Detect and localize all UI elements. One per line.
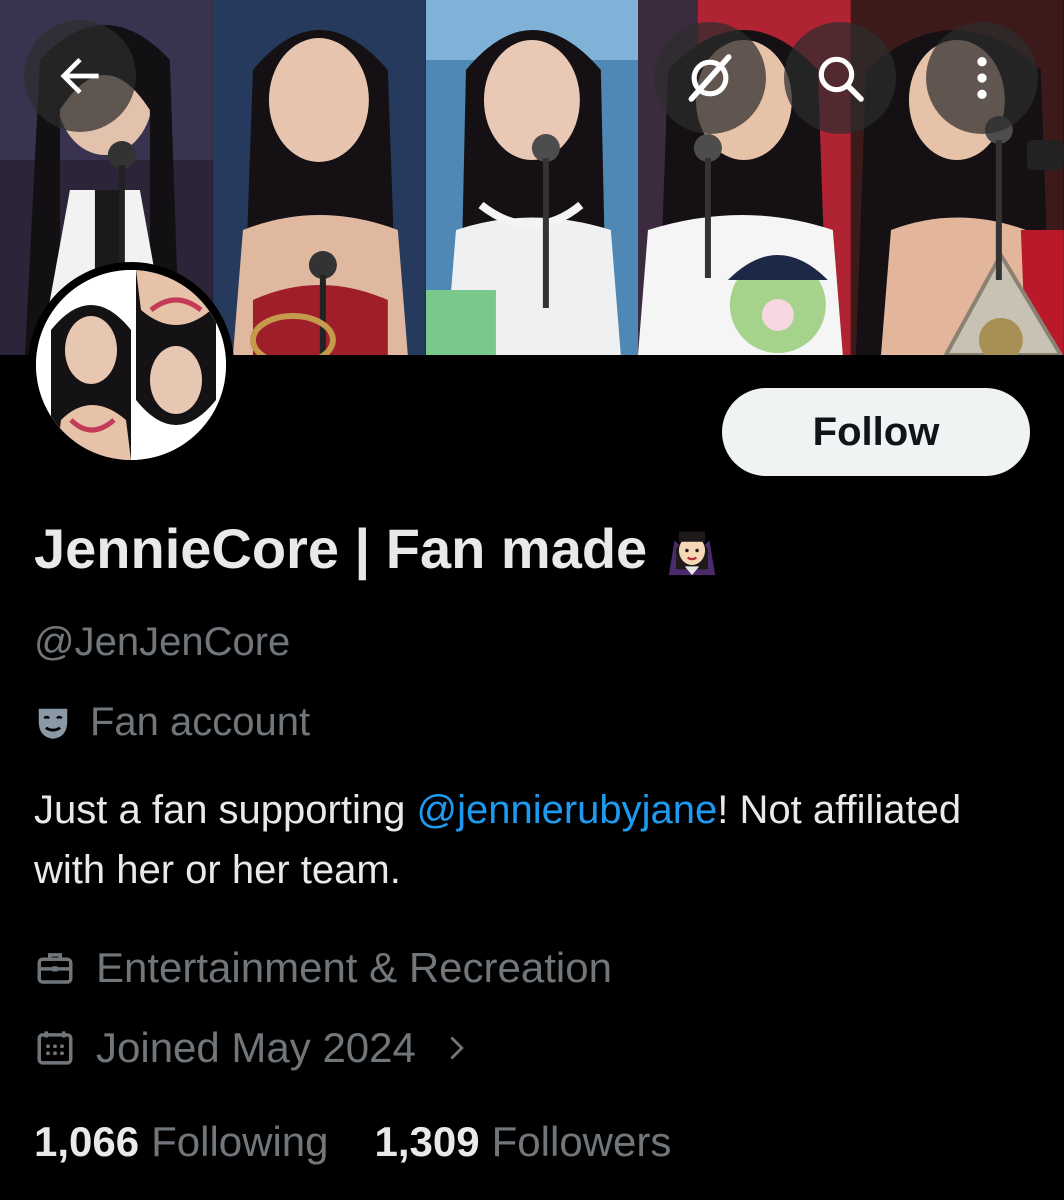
following-count[interactable]: 1,066 [34,1118,139,1166]
account-label-text: Fan account [90,700,311,744]
banner-photo-3 [425,0,639,355]
profile-bio: Just a fan supporting @jennierubyjane! N… [34,780,1024,900]
follow-button[interactable]: Follow [722,388,1030,476]
avatar-image [36,270,226,460]
arrow-left-icon [60,58,99,94]
theater-masks-icon [38,708,68,739]
display-name: JennieCore | Fan made [34,516,721,581]
vampire-woman-emoji [668,531,716,575]
display-name-text: JennieCore | Fan made [34,517,648,580]
chevron-right-icon [450,1036,464,1060]
follow-stats: 1,066 Following 1,309 Followers [34,1118,717,1166]
briefcase-icon [37,953,73,984]
account-label: Fan account [34,700,310,745]
joined-text: Joined May 2024 [96,1024,416,1071]
profile-category: Entertainment & Recreation [34,944,612,992]
search-button[interactable] [784,22,896,134]
more-vertical-icon [977,57,987,99]
joined-date-row[interactable]: Joined May 2024 [34,1024,470,1072]
category-text: Entertainment & Recreation [96,944,612,991]
more-button[interactable] [926,22,1038,134]
bio-mention-link[interactable]: @jennierubyjane [416,788,717,832]
calendar-icon [37,1031,73,1065]
profile-avatar[interactable] [28,262,234,468]
bio-text-start: Just a fan supporting [34,788,417,832]
following-label[interactable]: Following [151,1118,328,1166]
grok-button[interactable] [654,22,766,134]
search-icon [818,56,864,102]
followers-label[interactable]: Followers [492,1118,672,1166]
followers-count[interactable]: 1,309 [375,1118,480,1166]
username-handle: @JenJenCore [34,620,291,664]
banner-photo-2 [212,0,426,355]
grok-icon [688,54,732,102]
back-button[interactable] [24,20,136,132]
